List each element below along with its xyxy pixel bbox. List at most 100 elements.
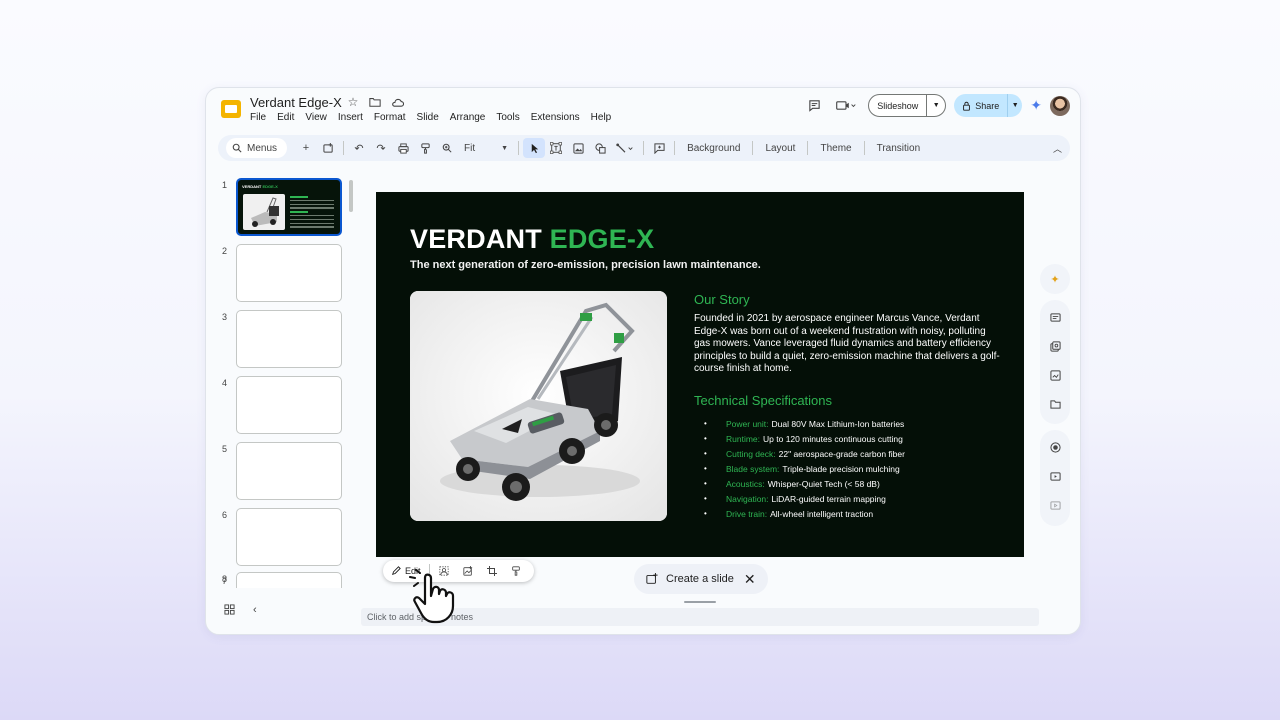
toolbar-divider xyxy=(518,141,520,155)
text-box-icon[interactable] xyxy=(545,138,567,158)
slide-thumbnail[interactable] xyxy=(236,572,342,586)
slide-thumbnail[interactable] xyxy=(236,376,342,434)
transition-button[interactable]: Transition xyxy=(869,143,929,154)
spec-value: LiDAR-guided terrain mapping xyxy=(771,493,886,504)
slide-canvas[interactable]: VERDANT EDGE-X The next generation of ze… xyxy=(376,192,1024,557)
menu-extensions[interactable]: Extensions xyxy=(531,112,580,123)
create-slide-chip[interactable]: Create a slide ✕ xyxy=(634,564,768,594)
print-icon[interactable] xyxy=(392,138,414,158)
close-icon[interactable]: ✕ xyxy=(744,571,756,588)
grid-view-icon[interactable] xyxy=(224,604,235,618)
share-chevron-down-icon[interactable]: ▼ xyxy=(1008,102,1022,109)
slide-thumbnail[interactable] xyxy=(236,244,342,302)
move-folder-icon[interactable] xyxy=(368,95,382,109)
header-actions: Slideshow ▼ Share ▼ ✦ xyxy=(804,94,1070,117)
menu-arrange[interactable]: Arrange xyxy=(450,112,486,123)
menu-insert[interactable]: Insert xyxy=(338,112,363,123)
menu-view[interactable]: View xyxy=(305,112,327,123)
photos-icon[interactable] xyxy=(1045,332,1065,361)
search-menus[interactable]: Menus xyxy=(226,138,288,158)
slideshow-button[interactable]: Slideshow ▼ xyxy=(868,94,947,117)
share-label: Share xyxy=(975,100,1000,111)
gemini-sparkle-icon[interactable]: ✦ xyxy=(1030,97,1042,114)
filmstrip-item[interactable]: 8 xyxy=(220,572,344,586)
assets-icon[interactable] xyxy=(1045,361,1065,390)
add-comment-icon[interactable] xyxy=(648,138,670,158)
collapse-toolbar-icon[interactable]: ︿ xyxy=(1053,142,1062,155)
menu-slide[interactable]: Slide xyxy=(417,112,439,123)
user-avatar[interactable] xyxy=(1050,95,1070,116)
bullet: • xyxy=(704,509,707,518)
specs-heading[interactable]: Technical Specifications xyxy=(694,393,832,408)
redo-icon[interactable]: ↷ xyxy=(370,138,392,158)
menu-help[interactable]: Help xyxy=(591,112,612,123)
theme-button[interactable]: Theme xyxy=(812,143,859,154)
record-icon[interactable] xyxy=(1045,433,1065,462)
paint-format-icon[interactable] xyxy=(414,138,436,158)
line-icon[interactable] xyxy=(611,138,639,158)
star-icon[interactable]: ☆ xyxy=(346,95,360,109)
zoom-icon[interactable] xyxy=(436,138,458,158)
layouts-icon[interactable] xyxy=(1045,303,1065,332)
story-paragraph[interactable]: Founded in 2021 by aerospace engineer Ma… xyxy=(694,313,1004,376)
slideshow-label[interactable]: Slideshow xyxy=(869,95,928,116)
share-button[interactable]: Share ▼ xyxy=(954,94,1023,117)
bullet: • xyxy=(704,479,707,488)
side-panel-apps xyxy=(1040,300,1070,424)
spec-key: Cutting deck: xyxy=(726,448,776,459)
slide-number: 8 xyxy=(222,574,228,584)
presenter-icon[interactable] xyxy=(1045,491,1065,520)
story-heading[interactable]: Our Story xyxy=(694,292,750,307)
specs-list[interactable]: • Power unit: Dual 80V Max Lithium-Ion bat… xyxy=(704,416,905,521)
gemini-banana-icon[interactable]: ✦ xyxy=(1045,265,1065,294)
spec-key: Blade system: xyxy=(726,463,780,474)
chevron-down-icon[interactable]: ▼ xyxy=(927,102,945,109)
notes-resize-handle[interactable] xyxy=(684,601,716,603)
slide-thumbnail[interactable] xyxy=(236,310,342,368)
background-button[interactable]: Background xyxy=(679,143,748,154)
lawn-mower-image[interactable] xyxy=(410,291,667,521)
slide-title[interactable]: VERDANT EDGE-X xyxy=(410,224,654,255)
select-cursor-icon[interactable] xyxy=(523,138,546,158)
spec-value: All-wheel intelligent traction xyxy=(770,508,874,519)
zoom-chevron-down-icon: ▼ xyxy=(501,144,509,152)
slide-subtitle[interactable]: The next generation of zero-emission, pr… xyxy=(410,259,761,271)
zoom-select[interactable]: Fit ▼ xyxy=(458,143,514,154)
menu-bar: File Edit View Insert Format Slide Arran… xyxy=(250,112,611,123)
shape-icon[interactable] xyxy=(589,138,611,158)
filmstrip-scrollbar[interactable] xyxy=(349,180,353,212)
slide-thumbnail[interactable] xyxy=(236,442,342,500)
spec-key: Acoustics: xyxy=(726,478,765,489)
toolbar-divider xyxy=(343,141,345,155)
comments-icon[interactable] xyxy=(804,96,824,116)
video-icon[interactable] xyxy=(1045,462,1065,491)
bullet: • xyxy=(704,464,707,473)
menu-edit[interactable]: Edit xyxy=(277,112,294,123)
menu-file[interactable]: File xyxy=(250,112,266,123)
menus-label: Menus xyxy=(247,142,278,154)
slide-thumbnail[interactable] xyxy=(236,508,342,566)
slides-logo-icon[interactable] xyxy=(220,98,242,120)
share-main[interactable]: Share xyxy=(954,94,1009,117)
format-options-icon[interactable] xyxy=(506,562,526,580)
menu-tools[interactable]: Tools xyxy=(496,112,519,123)
spec-key: Power unit: xyxy=(726,418,769,429)
new-slide-dropdown-icon[interactable] xyxy=(317,138,339,158)
undo-icon[interactable]: ↶ xyxy=(348,138,370,158)
create-slide-icon xyxy=(646,573,658,584)
crop-icon[interactable] xyxy=(482,562,502,580)
document-title[interactable]: Verdant Edge-X xyxy=(250,95,342,110)
layout-button[interactable]: Layout xyxy=(757,143,803,154)
spec-value: Dual 80V Max Lithium-Ion batteries xyxy=(771,418,905,429)
collapse-filmstrip-icon[interactable]: ‹ xyxy=(253,604,257,618)
toolbar-divider xyxy=(807,141,809,155)
meet-camera-icon[interactable] xyxy=(832,96,860,116)
new-slide-icon[interactable]: + xyxy=(295,138,317,158)
menu-format[interactable]: Format xyxy=(374,112,406,123)
slide-thumbnail-active[interactable]: VERDANT EDGE-X xyxy=(236,178,342,236)
cloud-status-icon[interactable] xyxy=(390,95,404,109)
slide-number: 4 xyxy=(222,378,228,388)
insert-image-icon[interactable] xyxy=(567,138,589,158)
folder-icon[interactable] xyxy=(1045,390,1065,419)
slides-window: Verdant Edge-X ☆ File Edit View Insert F… xyxy=(205,87,1081,635)
